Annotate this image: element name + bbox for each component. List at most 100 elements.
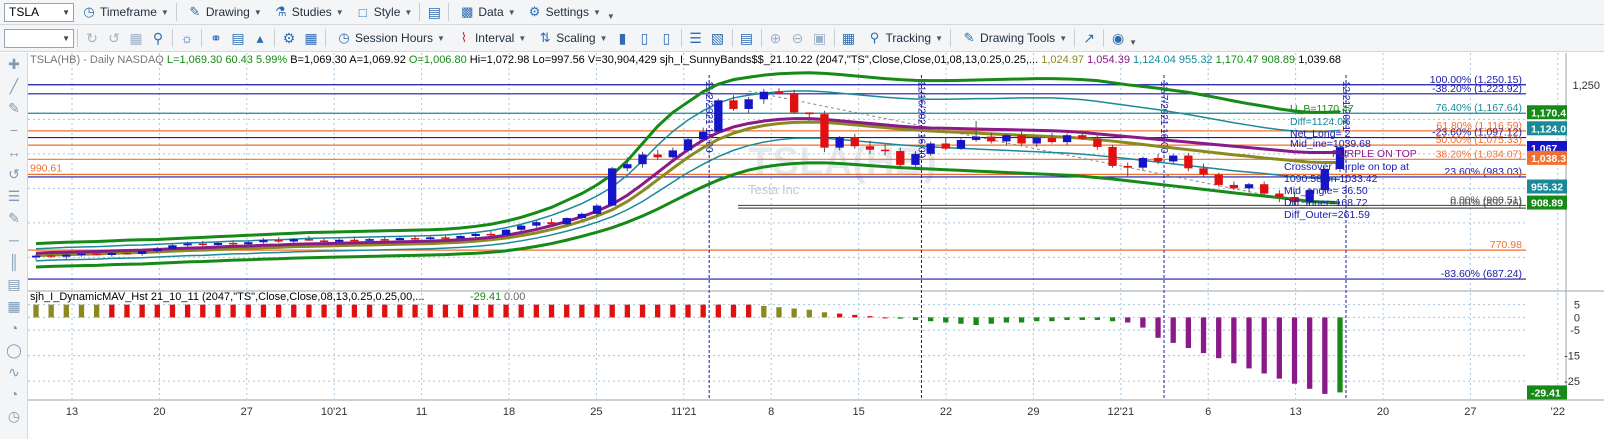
interval-label: Interval (474, 31, 515, 45)
candle-body (850, 137, 859, 147)
time-tool-icon[interactable]: ◷ (0, 405, 28, 427)
interval-icon: ⌇ (460, 30, 468, 45)
candle-body (896, 151, 905, 165)
chevron-down-icon: ▼ (160, 7, 169, 17)
zoom-out-icon[interactable]: ⊖ (787, 28, 809, 49)
settings-label: Settings (545, 5, 589, 19)
link-icon[interactable]: ⚭ (205, 28, 227, 49)
candles-filled-icon[interactable]: ▯ (634, 28, 656, 49)
candle-body (517, 225, 526, 230)
grid-tool-icon[interactable]: ▦ (0, 295, 28, 317)
studies-button[interactable]: ⚗ Studies ▼ (269, 2, 348, 23)
search-icon[interactable]: ⚲ (147, 28, 169, 49)
candle-body (77, 253, 86, 256)
vertical-lines-tool-icon[interactable]: ║ (0, 251, 28, 273)
interval-button[interactable]: ⌇ Interval ▼ (452, 28, 530, 49)
header-high: Hi=1,072.98 (470, 54, 530, 66)
bars-icon[interactable]: ☰ (685, 28, 707, 49)
divider (274, 29, 275, 47)
cog-icon[interactable]: ⚙ (278, 28, 300, 49)
scaling-button[interactable]: ⇅ Scaling ▼ (533, 28, 611, 49)
chevron-down-icon[interactable]: ▼ (62, 34, 70, 43)
arc-tool-icon[interactable]: ◔ (0, 317, 28, 339)
histogram-bar (1246, 317, 1252, 369)
session-hours-button[interactable]: ◷ Session Hours ▼ (332, 28, 449, 49)
compass-icon[interactable]: ☼ (176, 28, 198, 49)
candle-body (623, 164, 632, 169)
undo-icon[interactable]: ↺ (103, 28, 125, 49)
candle-body (1199, 168, 1208, 175)
histogram-bar (882, 317, 888, 319)
cycle-tool-icon[interactable]: ◔ (0, 383, 28, 405)
header-open: O=1,006.80 (409, 54, 467, 66)
brush-tool-icon[interactable]: ✎ (0, 97, 28, 119)
hist-badge-label: -29.41 (1531, 387, 1561, 399)
timeframe-button[interactable]: ◷ Timeframe ▼ (77, 2, 173, 23)
chevron-down-icon[interactable]: ▼ (62, 8, 70, 17)
histogram-bar (973, 317, 979, 326)
fit-icon[interactable]: ▣ (809, 28, 831, 49)
crosshair-grid-icon[interactable]: ▦ (838, 28, 860, 49)
trend-chart-icon[interactable]: ↗ (1078, 28, 1100, 49)
histogram-bar (1261, 317, 1267, 374)
overflow-icon[interactable]: ▼ (607, 12, 615, 21)
overflow-icon[interactable]: ▼ (1129, 38, 1137, 47)
candle-body (789, 93, 799, 113)
interval-input[interactable]: ▼ (4, 28, 74, 48)
rotate-tool-icon[interactable]: ↺ (0, 163, 28, 185)
histogram-bar (442, 304, 449, 318)
horizontal-line-tool-icon[interactable]: − (0, 119, 28, 141)
candlestick-icon[interactable]: ▮ (612, 28, 634, 49)
measure-tool-icon[interactable]: ↔ (0, 141, 28, 163)
histogram-bar (366, 304, 373, 318)
split-icon[interactable]: ▤ (736, 28, 758, 49)
eye-icon[interactable]: ◉ (1107, 28, 1129, 49)
channel-tool-icon[interactable]: ▤ (0, 273, 28, 295)
settings-button[interactable]: ⚙ Settings ▼ (523, 2, 605, 23)
volume-icon[interactable]: ▧ (707, 28, 729, 49)
candle-body (259, 240, 268, 243)
histogram-bar (78, 304, 85, 318)
histogram-bar (336, 304, 342, 318)
symbol-input[interactable]: TSLA ▼ (4, 2, 74, 22)
style-button[interactable]: □ Style ▼ (351, 2, 417, 23)
ohlc-icon[interactable]: ▯ (656, 28, 678, 49)
table-icon[interactable]: ▦ (300, 28, 322, 49)
chevron-down-icon: ▼ (592, 7, 601, 17)
histogram-bar (943, 317, 949, 323)
fib-tool-icon[interactable]: ☰ (0, 185, 28, 207)
drawing-tools-button[interactable]: ✎ Drawing Tools ▼ (957, 28, 1071, 49)
candle-body (1108, 146, 1117, 166)
data-button[interactable]: ▩ Data ▼ (455, 2, 519, 23)
pen-tool-icon[interactable]: ✎ (0, 207, 28, 229)
candle-body (835, 137, 844, 148)
grid-icon[interactable]: ▦ (125, 28, 147, 49)
tracking-button[interactable]: ⚲ Tracking ▼ (863, 28, 948, 49)
refresh-icon[interactable]: ↻ (81, 28, 103, 49)
chart-icon[interactable]: ▴ (249, 28, 271, 49)
crosshair-tool-icon[interactable]: ✚ (0, 53, 28, 75)
line-tool-icon[interactable]: ╱ (0, 75, 28, 97)
header-study-value: 955.32 (1179, 54, 1213, 66)
annotation: U_B=1170.47 (1290, 103, 1354, 115)
candle-body (1229, 184, 1239, 189)
histogram-bar (321, 304, 327, 318)
chart-area[interactable]: TSLA(HB) Tesla Inc 100.00% (1,250.15)-38… (28, 53, 1604, 439)
histogram-bar (215, 304, 221, 318)
indicator-value: -29.41 (470, 291, 501, 303)
histogram-bar (715, 304, 721, 318)
histogram-bar (564, 304, 570, 318)
indicator-title: sjh_I_DynamicMAV_Hst 21_10_11 (2047,"TS"… (30, 291, 424, 303)
drawing-button[interactable]: ✎ Drawing ▼ (183, 2, 266, 23)
circle-tool-icon[interactable]: ◯ (0, 339, 28, 361)
zoom-in-icon[interactable]: ⊕ (765, 28, 787, 49)
histogram-bar (1125, 317, 1131, 323)
y-axis-label: 1,250 (1572, 80, 1600, 92)
layout-icon[interactable]: ▤ (423, 2, 445, 23)
histogram-bar (624, 304, 631, 318)
image-icon[interactable]: ▤ (227, 28, 249, 49)
histogram-bar (291, 304, 297, 318)
candle-body (441, 237, 450, 239)
sine-tool-icon[interactable]: ∿ (0, 361, 28, 383)
histogram-bar (927, 317, 934, 322)
